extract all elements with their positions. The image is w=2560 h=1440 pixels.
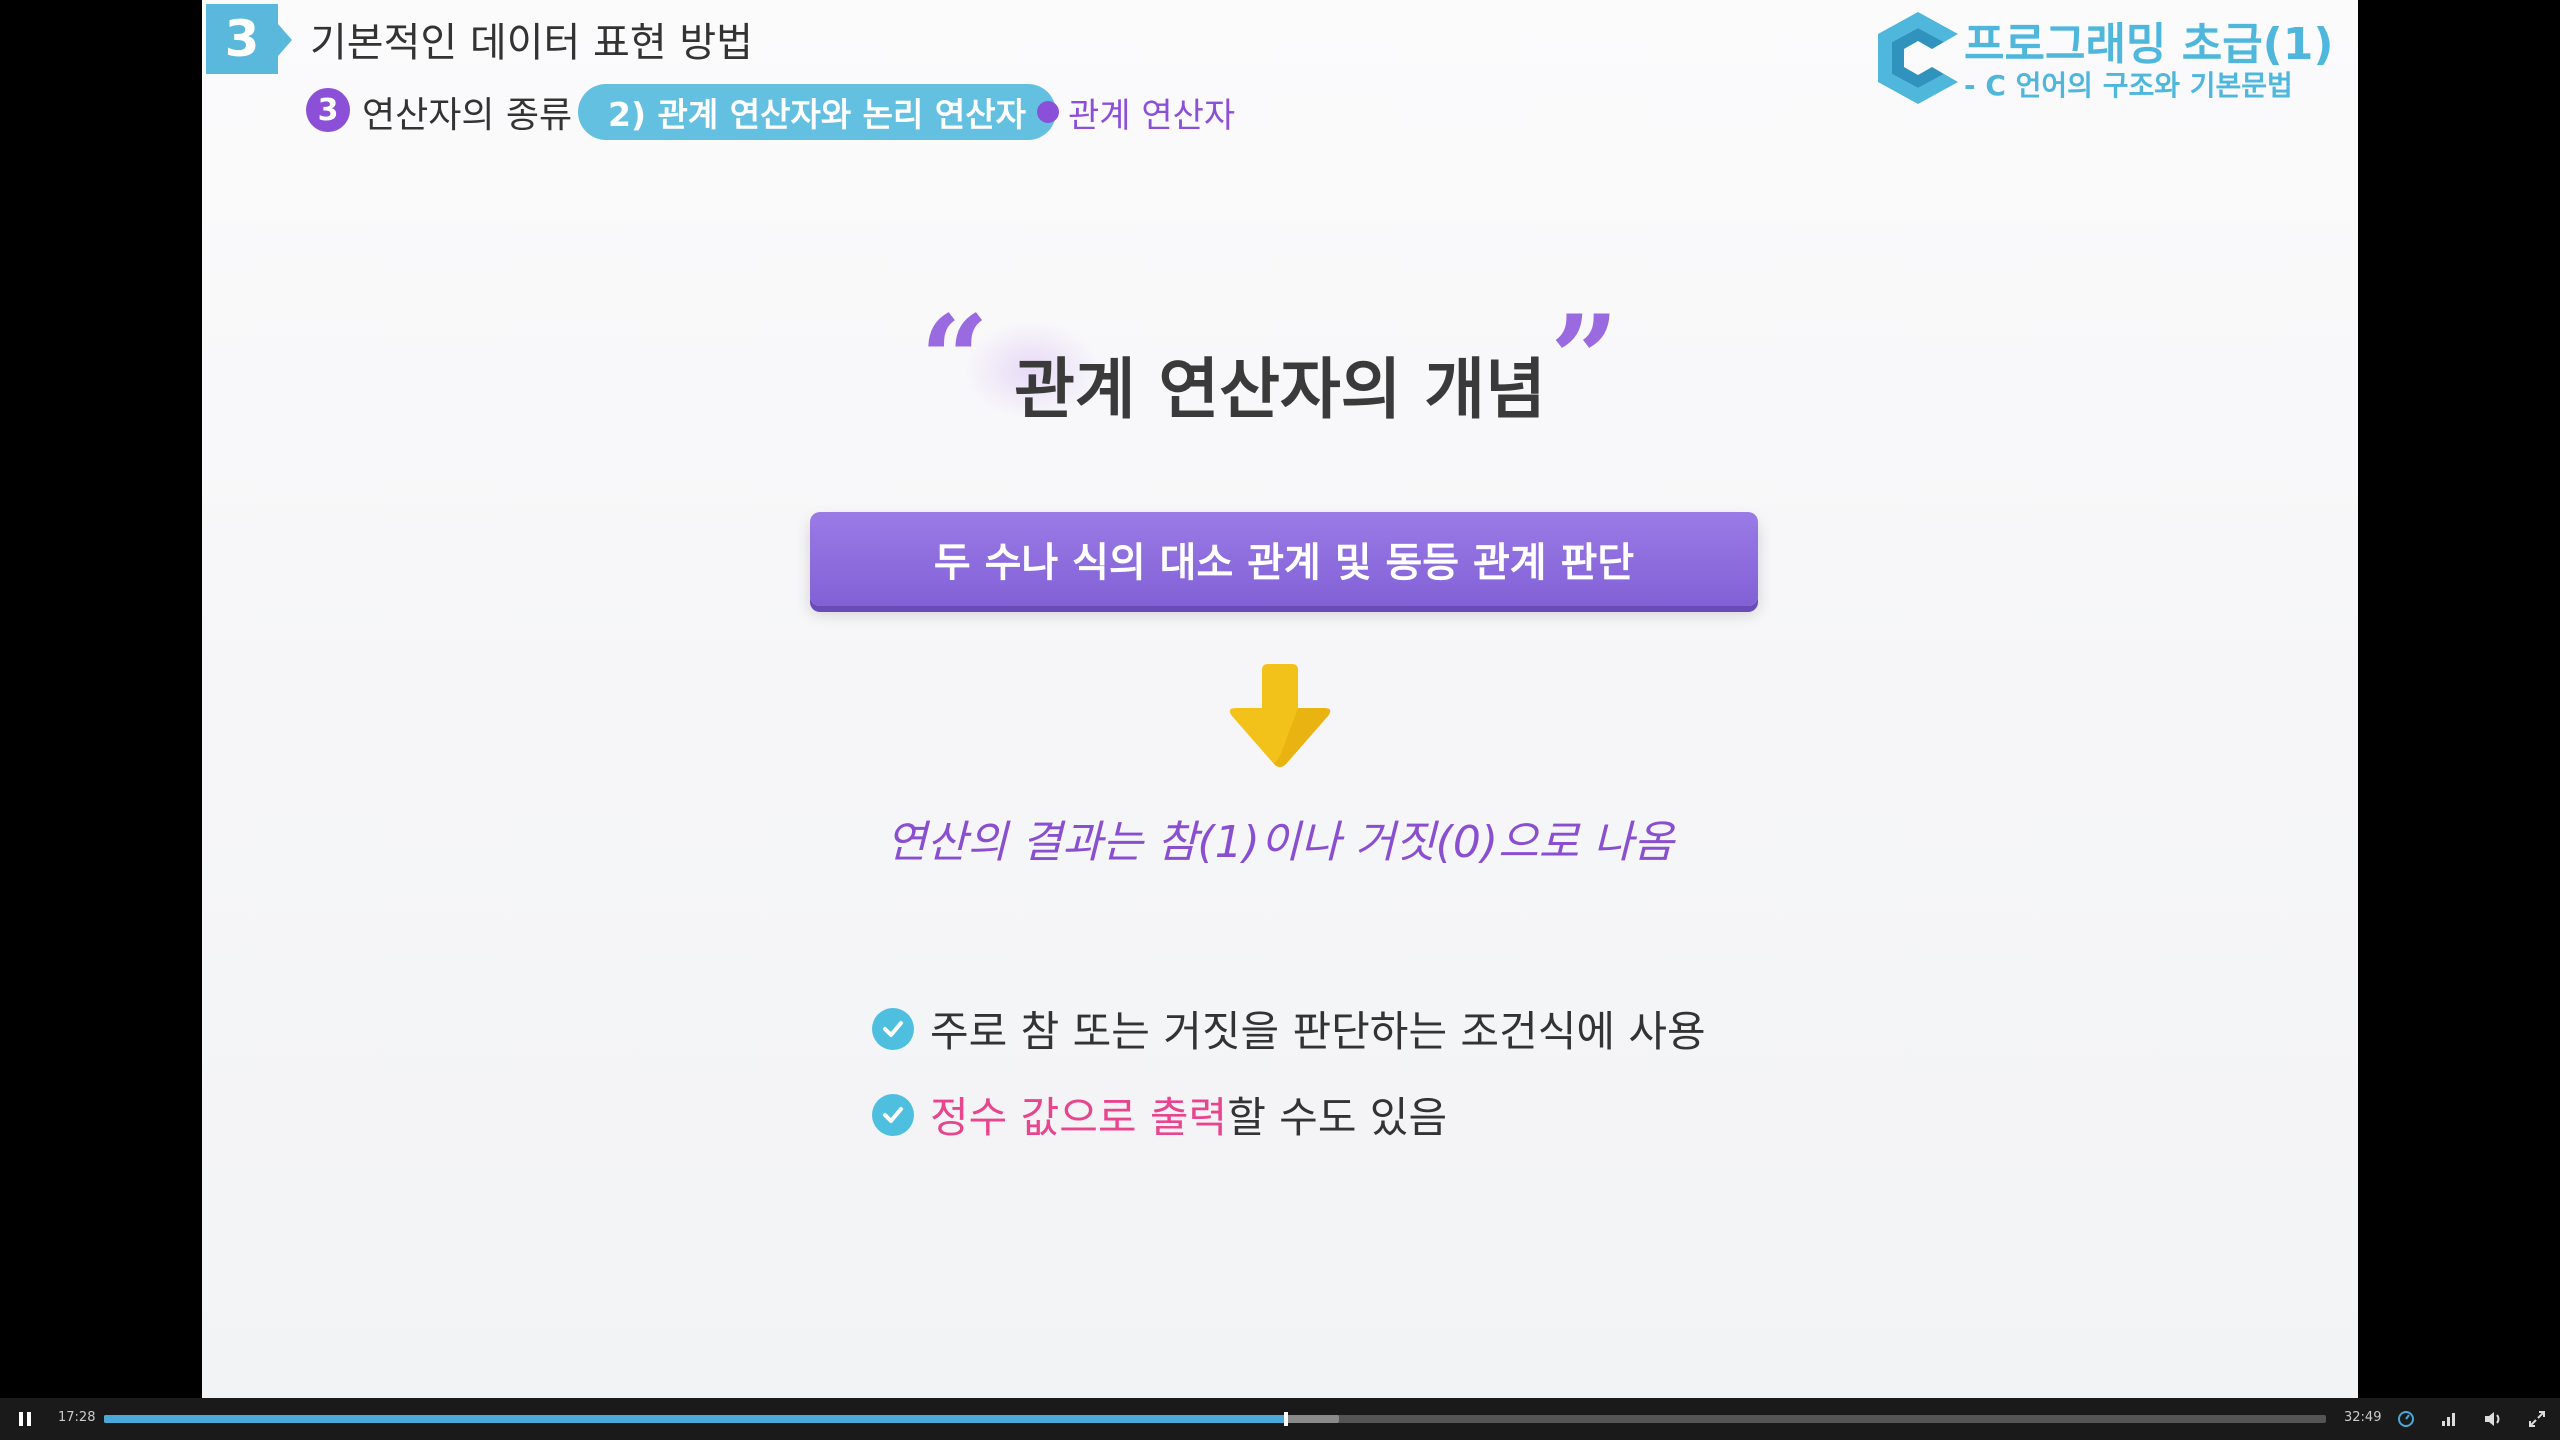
bullet-text: 할 수도 있음: [1227, 1093, 1448, 1142]
speed-icon[interactable]: [2395, 1408, 2417, 1430]
player-control-bar: 17:28 32:49: [0, 1398, 2560, 1440]
pause-icon[interactable]: [14, 1408, 36, 1430]
section-badge-arrow: [278, 24, 292, 56]
course-title: 프로그래밍 초급(1): [1964, 19, 2334, 70]
total-time: 32:49: [2344, 1410, 2382, 1425]
breadcrumb-level1: 연산자의 종류: [362, 95, 573, 136]
seek-handle[interactable]: [1284, 1412, 1289, 1426]
bullet-item: 주로 참 또는 거짓을 판단하는 조건식에 사용: [872, 998, 1706, 1059]
section-title: 기본적인 데이터 표현 방법: [310, 20, 753, 66]
result-text: 연산의 결과는 참(1)이나 거짓(0)으로 나옴: [886, 817, 1674, 868]
fullscreen-icon[interactable]: [2526, 1408, 2548, 1430]
video-player: 3 기본적인 데이터 표현 방법 3 연산자의 종류 2) 관계 연산자와 논리…: [0, 0, 2560, 1440]
concept-title: 관계 연산자의 개념: [1014, 351, 1546, 428]
check-icon: [872, 1007, 914, 1050]
current-time: 17:28: [58, 1410, 96, 1425]
check-icon: [872, 1093, 914, 1136]
breadcrumb-bullet-dot: [1037, 101, 1059, 123]
down-arrow-icon: [1229, 664, 1331, 767]
breadcrumb-number: 3: [306, 88, 350, 132]
course-subtitle: - C 언어의 구조와 기본문법: [1964, 69, 2293, 102]
seek-bar[interactable]: [104, 1412, 2326, 1426]
course-logo-icon: [1878, 12, 1958, 104]
bullet-text: 주로 참 또는 거짓을 판단하는 조건식에 사용: [930, 1007, 1706, 1056]
played-bar: [104, 1415, 1287, 1423]
definition-text: 두 수나 식의 대소 관계 및 동등 관계 판단: [933, 540, 1635, 586]
lecture-slide: 3 기본적인 데이터 표현 방법 3 연산자의 종류 2) 관계 연산자와 논리…: [202, 0, 2358, 1398]
bullet-item: 정수 값으로 출력 할 수도 있음: [872, 1084, 1447, 1145]
section-number-badge: 3: [206, 4, 278, 74]
breadcrumb-level2-pill: 2) 관계 연산자와 논리 연산자: [578, 84, 1056, 140]
volume-icon[interactable]: [2482, 1408, 2504, 1430]
bullet-highlight-text: 정수 값으로 출력: [930, 1093, 1228, 1142]
quality-icon[interactable]: [2438, 1408, 2460, 1430]
definition-box: 두 수나 식의 대소 관계 및 동등 관계 판단: [810, 512, 1758, 606]
breadcrumb-level3: 관계 연산자: [1068, 96, 1236, 136]
